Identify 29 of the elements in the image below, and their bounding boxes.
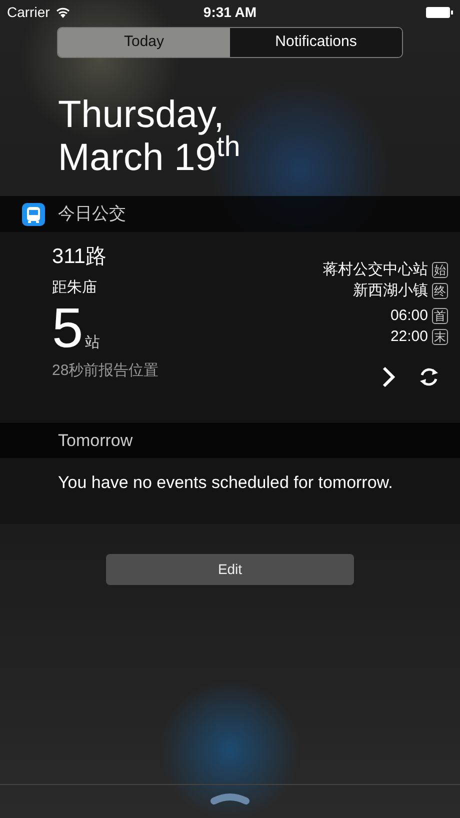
bus-icon [22, 202, 45, 226]
stops-count: 5 [52, 300, 84, 356]
service-time: 06:00 [390, 306, 428, 325]
clock-time: 9:31 AM [203, 2, 257, 22]
pull-up-handle-icon[interactable] [210, 793, 250, 805]
edit-button[interactable]: Edit [106, 554, 354, 585]
distance-label: 距朱庙 [52, 278, 98, 298]
carrier-label: Carrier [7, 2, 50, 22]
battery-icon [426, 6, 453, 18]
widget-title: 今日公交 [58, 203, 126, 226]
terminal-stop: 新西湖小镇 [353, 281, 428, 300]
segment-tab[interactable]: Notifications [230, 28, 402, 57]
terminal-stop: 蒋村公交中心站 [323, 260, 428, 279]
chevron-right-icon[interactable] [382, 366, 396, 388]
section-title: Tomorrow [58, 430, 133, 452]
tag-label: 首 [432, 308, 448, 324]
route-name: 311路 [52, 244, 108, 270]
segment-tab[interactable]: Today [58, 28, 230, 57]
stops-unit: 站 [85, 332, 100, 352]
service-time: 22:00 [390, 327, 428, 346]
tag-label: 始 [432, 262, 448, 278]
refresh-icon[interactable] [418, 366, 440, 388]
date-weekday: Thursday, [58, 94, 224, 136]
tag-label: 末 [432, 328, 448, 344]
report-time-text: 28秒前报告位置 [52, 361, 159, 381]
date-day: March 19$^{th}$ [58, 137, 460, 180]
wifi-icon [56, 6, 70, 18]
no-events-message: You have no events scheduled for tomorrow. [58, 473, 393, 492]
tag-label: 终 [432, 282, 448, 298]
